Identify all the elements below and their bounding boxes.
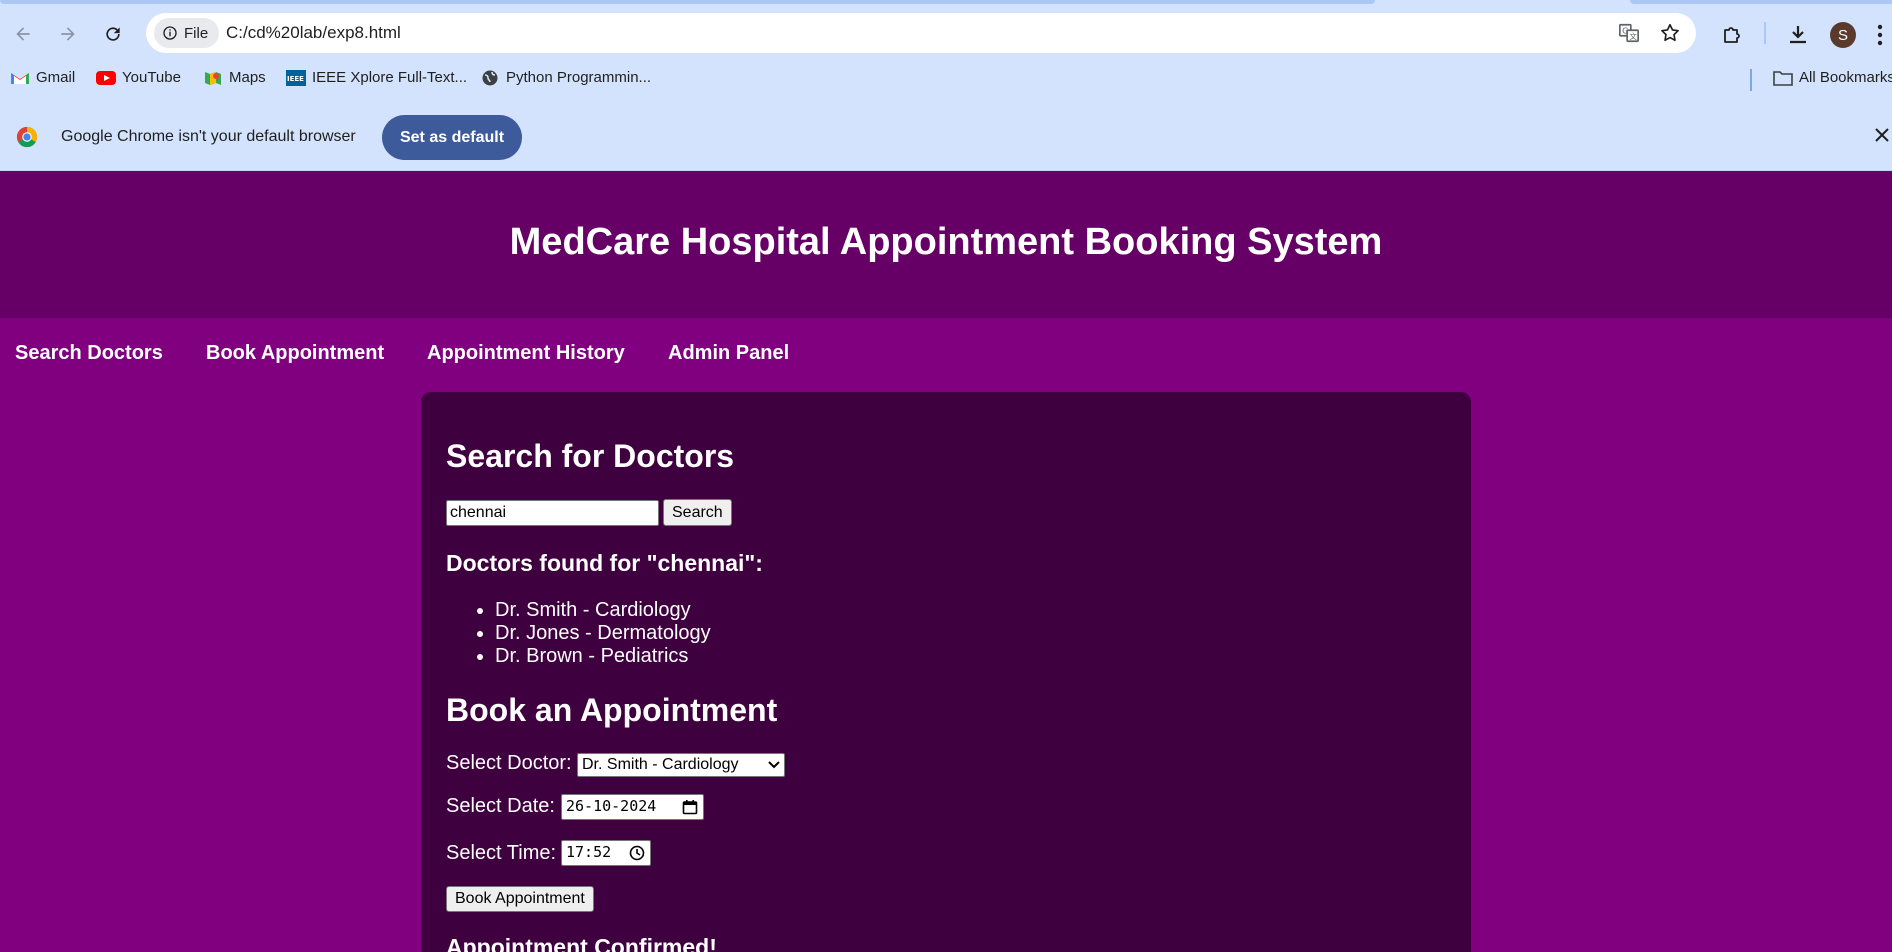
booking-heading: Book an Appointment — [446, 692, 778, 728]
arrow-left-icon — [16, 27, 30, 41]
translate-icon[interactable]: G文 — [1618, 22, 1640, 44]
confirmation-heading: Appointment Confirmed! — [446, 934, 717, 952]
doctor-label: Select Doctor: — [446, 752, 572, 774]
infobar-message: Google Chrome isn't your default browser — [61, 128, 356, 145]
list-item: Dr. Brown - Pediatrics — [495, 645, 711, 668]
bookmark-label: Maps — [229, 69, 266, 86]
nav-admin-panel[interactable]: Admin Panel — [668, 342, 789, 365]
search-heading: Search for Doctors — [446, 438, 735, 474]
reload-button[interactable] — [97, 18, 129, 50]
download-icon[interactable] — [1786, 23, 1810, 47]
nav-search-doctors[interactable]: Search Doctors — [15, 342, 163, 365]
bookmark-star-icon[interactable] — [1659, 22, 1681, 44]
page-title: MedCare Hospital Appointment Booking Sys… — [509, 221, 1383, 263]
all-bookmarks[interactable]: All Bookmarks — [1773, 69, 1892, 86]
close-icon[interactable] — [1873, 126, 1891, 144]
nav-book-appointment[interactable]: Book Appointment — [206, 342, 384, 365]
calendar-icon[interactable] — [682, 799, 698, 815]
main-nav: Search Doctors Book Appointment Appointm… — [0, 318, 1892, 390]
site-info-label: File — [184, 24, 209, 42]
arrow-right-icon — [61, 27, 75, 41]
all-bookmarks-label: All Bookmarks — [1799, 69, 1892, 86]
reload-icon — [106, 27, 120, 41]
info-icon — [163, 26, 177, 40]
set-as-default-button[interactable]: Set as default — [382, 115, 522, 160]
bookmark-label: Gmail — [36, 69, 76, 86]
date-label: Select Date: — [446, 795, 555, 817]
chrome-logo-icon — [16, 126, 38, 148]
menu-kebab-icon[interactable] — [1877, 24, 1883, 46]
url-text[interactable]: C:/cd%20lab/exp8.html — [226, 23, 401, 43]
forward-button[interactable] — [52, 18, 84, 50]
gmail-icon — [11, 72, 29, 84]
globe-icon — [482, 70, 498, 85]
bookmark-python[interactable]: Python Programmin... — [480, 69, 651, 86]
site-info-chip[interactable]: File — [154, 18, 220, 48]
doctor-results-list: Dr. Smith - Cardiology Dr. Jones - Derma… — [495, 599, 711, 668]
time-value: 17:52 — [566, 843, 612, 861]
date-input[interactable]: 26-10-2024 — [561, 794, 704, 820]
nav-appointment-history[interactable]: Appointment History — [427, 342, 625, 365]
list-item: Dr. Smith - Cardiology — [495, 599, 711, 622]
content-card: Search for Doctors Search Doctors found … — [421, 392, 1471, 952]
time-label: Select Time: — [446, 842, 557, 864]
search-input[interactable] — [446, 500, 659, 526]
default-browser-infobar: Google Chrome isn't your default browser… — [0, 99, 1892, 171]
profile-avatar[interactable]: S — [1830, 22, 1856, 48]
youtube-icon — [96, 70, 116, 85]
doctor-select[interactable]: Dr. Smith - Cardiology — [577, 753, 785, 777]
search-button[interactable]: Search — [663, 499, 732, 526]
bookmarks-bar: Gmail YouTube Maps IEEE IEEE Xplore Full… — [0, 60, 1892, 99]
list-item: Dr. Jones - Dermatology — [495, 622, 711, 645]
bookmark-ieee[interactable]: IEEE IEEE Xplore Full-Text... — [286, 69, 467, 86]
bookmark-youtube[interactable]: YouTube — [96, 69, 181, 86]
bookmark-gmail[interactable]: Gmail — [10, 69, 75, 86]
date-value: 26-10-2024 — [566, 797, 657, 815]
doctor-select-value: Dr. Smith - Cardiology — [582, 756, 739, 773]
bookmarks-divider — [1750, 69, 1752, 91]
folder-icon — [1773, 70, 1793, 86]
maps-icon — [205, 71, 221, 85]
tab-edge[interactable] — [1630, 0, 1892, 4]
bookmark-label: YouTube — [122, 69, 181, 86]
browser-toolbar: File C:/cd%20lab/exp8.html G文 S — [0, 6, 1892, 60]
svg-text:IEEE: IEEE — [287, 75, 304, 83]
bookmark-maps[interactable]: Maps — [203, 69, 266, 86]
time-input[interactable]: 17:52 — [561, 840, 651, 866]
address-bar[interactable]: File C:/cd%20lab/exp8.html G文 — [146, 13, 1696, 53]
bookmark-label: Python Programmin... — [506, 69, 652, 86]
ieee-icon: IEEE — [286, 69, 306, 86]
extensions-icon[interactable] — [1720, 23, 1744, 47]
site-header: MedCare Hospital Appointment Booking Sys… — [0, 171, 1892, 318]
book-appointment-button[interactable]: Book Appointment — [446, 886, 594, 912]
toolbar-divider — [1764, 22, 1766, 44]
bookmark-label: IEEE Xplore Full-Text... — [312, 69, 468, 86]
svg-text:文: 文 — [1629, 32, 1637, 41]
active-tab-edge[interactable] — [0, 0, 1375, 4]
back-button[interactable] — [7, 18, 39, 50]
clock-icon[interactable] — [629, 845, 645, 861]
chevron-down-icon — [768, 761, 780, 769]
results-heading: Doctors found for "chennai": — [446, 550, 763, 576]
